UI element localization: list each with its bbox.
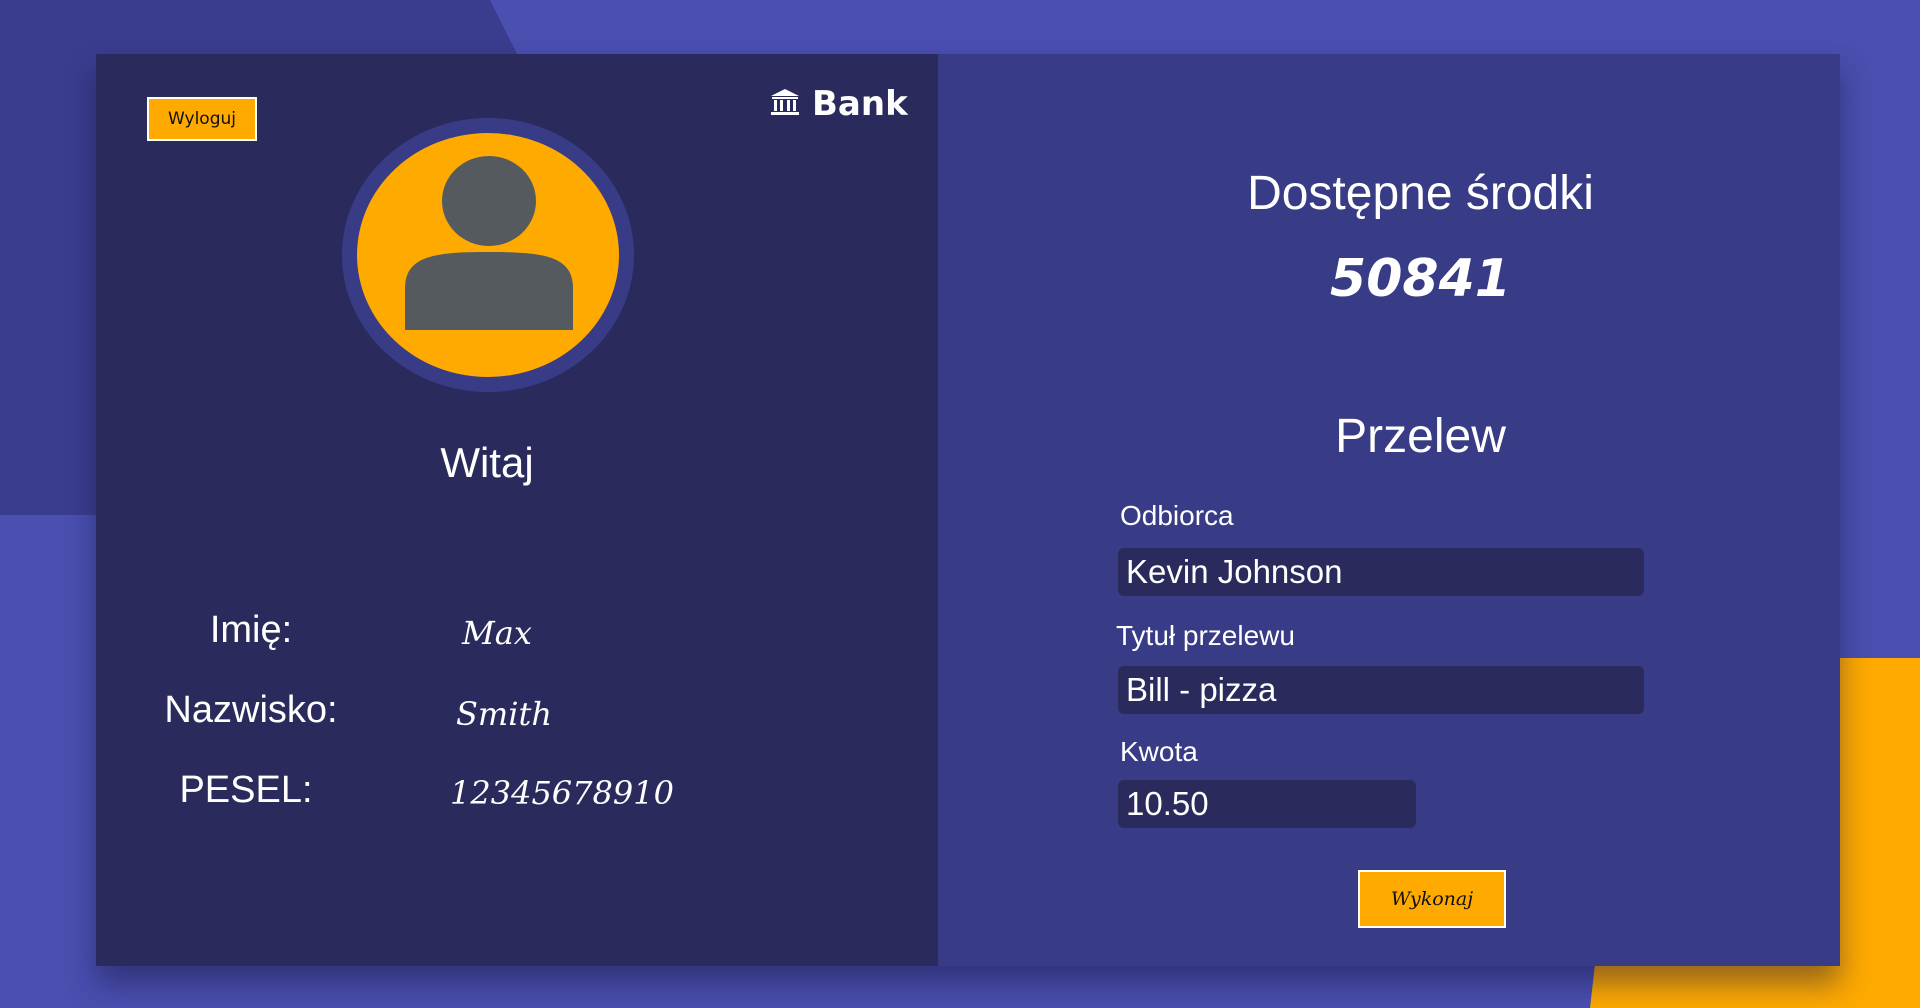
last-name-value: Smith <box>456 695 552 733</box>
account-panel: Dostępne środki 50841 Przelew Odbiorca T… <box>938 54 1840 966</box>
first-name-value: Max <box>462 614 532 652</box>
recipient-label: Odbiorca <box>1120 500 1234 531</box>
first-name-label: Imię: <box>209 609 293 651</box>
transfer-title-input[interactable] <box>1118 666 1644 714</box>
amount-label: Kwota <box>1120 736 1198 767</box>
avatar <box>342 118 634 392</box>
pesel-value: 12345678910 <box>450 774 674 812</box>
welcome-heading: Witaj <box>440 439 534 486</box>
pesel-label: PESEL: <box>179 769 313 811</box>
submit-transfer-button[interactable]: Wykonaj <box>1358 870 1506 928</box>
profile-panel: Wyloguj Bank Witaj Imię: Max Nazwisko: S… <box>96 54 938 966</box>
brand: Bank <box>770 84 908 124</box>
balance-title: Dostępne środki <box>1247 167 1594 220</box>
transfer-title: Przelew <box>1335 410 1506 463</box>
transfer-title-label: Tytuł przelewu <box>1116 620 1295 651</box>
amount-input[interactable] <box>1118 780 1416 828</box>
bank-dashboard-card: Wyloguj Bank Witaj Imię: Max Nazwisko: S… <box>96 54 1840 966</box>
bank-building-icon <box>770 88 800 120</box>
recipient-input[interactable] <box>1118 548 1644 596</box>
user-avatar-icon <box>357 133 619 377</box>
logout-button[interactable]: Wyloguj <box>147 97 257 141</box>
balance-amount: 50841 <box>1330 249 1511 309</box>
brand-name: Bank <box>812 84 908 124</box>
last-name-label: Nazwisko: <box>164 689 338 731</box>
